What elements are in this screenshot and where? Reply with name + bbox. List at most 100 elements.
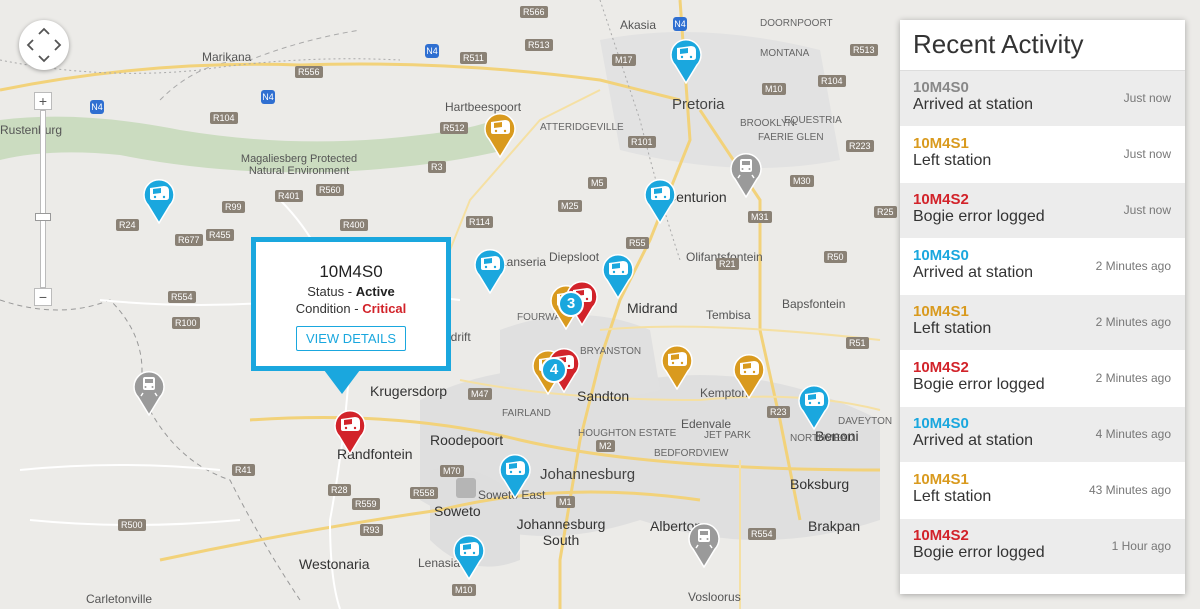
train-station-icon — [730, 153, 762, 198]
road-badge: M30 — [790, 175, 814, 187]
road-badge: R559 — [352, 498, 380, 510]
road-badge: R554 — [168, 291, 196, 303]
activity-item[interactable]: 10M4S2 Bogie error logged Just now — [900, 183, 1185, 239]
popup-status-label: Status - — [307, 284, 356, 299]
zoom-slider-rail[interactable] — [35, 110, 51, 288]
road-badge: R21 — [716, 258, 739, 270]
road-badge: R93 — [360, 524, 383, 536]
vehicle-pin-blue[interactable] — [497, 451, 533, 499]
activity-item[interactable]: 10M4S1 Left station 43 Minutes ago — [900, 463, 1185, 519]
vehicle-pin-blue[interactable] — [668, 36, 704, 84]
train-icon — [602, 254, 634, 299]
vehicle-pin-amber[interactable] — [482, 110, 518, 158]
train-icon — [733, 354, 765, 399]
vehicle-pin-red[interactable] — [332, 407, 368, 455]
activity-time: Just now — [1123, 203, 1171, 217]
station-icon — [456, 478, 476, 498]
vehicle-pin-blue[interactable] — [600, 251, 636, 299]
map-label-marikana: Marikana — [202, 50, 252, 64]
zoom-slider-thumb[interactable] — [35, 213, 51, 221]
map-label-westonaria: Westonaria — [299, 556, 370, 572]
vehicle-pin-blue[interactable] — [472, 246, 508, 294]
map-label-daveyton: DAVEYTON — [838, 416, 893, 427]
road-badge: R512 — [440, 122, 468, 134]
map-label-soweto: Soweto — [434, 503, 481, 519]
train-icon — [143, 179, 175, 224]
road-badge: R28 — [328, 484, 351, 496]
train-icon — [661, 345, 693, 390]
vehicle-pin-blue[interactable] — [451, 532, 487, 580]
map-label-montana: MONTANA — [760, 48, 810, 59]
map-label-equestria: EQUESTRIA — [784, 115, 842, 126]
map-label-midrand: Midrand — [627, 300, 678, 316]
road-badge: R513 — [850, 44, 878, 56]
popup-status-value: Active — [355, 284, 395, 299]
cluster-marker[interactable]: 4 — [541, 357, 567, 383]
activity-time: 2 Minutes ago — [1095, 259, 1171, 273]
map-label-houghton: HOUGHTON ESTATE — [578, 428, 677, 439]
activity-item[interactable]: 10M4S2 Bogie error logged 2 Minutes ago — [900, 351, 1185, 407]
map-label-johannesburg: Johannesburg — [540, 466, 636, 483]
road-badge: R566 — [520, 6, 548, 18]
train-icon — [453, 535, 485, 580]
vehicle-pin-amber[interactable] — [659, 342, 695, 390]
popup-condition: Condition - Critical — [256, 301, 446, 316]
road-badge: M1 — [556, 496, 575, 508]
road-badge: R401 — [275, 190, 303, 202]
map-label-roodepoort: Roodepoort — [430, 432, 504, 448]
vehicle-info-popup: 10M4S0 Status - Active Condition - Criti… — [251, 237, 451, 371]
road-badge: R101 — [628, 136, 656, 148]
map-label-boksburg: Boksburg — [790, 476, 850, 492]
station-pin[interactable] — [686, 520, 722, 568]
road-badge: M31 — [748, 211, 772, 223]
road-badge: R51 — [846, 337, 869, 349]
activity-time: Just now — [1123, 91, 1171, 105]
station-pin[interactable] — [728, 150, 764, 198]
vehicle-pin-blue[interactable] — [642, 176, 678, 224]
pan-control[interactable] — [19, 20, 69, 70]
train-icon — [484, 113, 516, 158]
activity-item[interactable]: 10M4S0 Arrived at station 4 Minutes ago — [900, 407, 1185, 463]
cluster-marker[interactable]: 3 — [558, 291, 584, 317]
map-label-krugersdorp: Krugersdorp — [370, 383, 448, 399]
vehicle-pin-blue[interactable] — [796, 382, 832, 430]
map-label-vosloorus: Vosloorus — [688, 590, 741, 604]
map-label-magaliesberg: Magaliesberg Protected Natural Environme… — [240, 153, 358, 177]
road-badge: M2 — [596, 440, 615, 452]
map-label-diepsloot: Diepsloot — [549, 250, 600, 264]
road-badge: R99 — [222, 201, 245, 213]
road-badge: R24 — [116, 219, 139, 231]
map-label-jet-park: JET PARK — [704, 430, 751, 441]
vehicle-pin-amber[interactable] — [731, 351, 767, 399]
map-label-sandton: Sandton — [577, 388, 630, 404]
popup-condition-value: Critical — [362, 301, 407, 316]
highway-shield: N4 — [425, 44, 439, 58]
activity-item[interactable]: 10M4S1 Left station 2 Minutes ago — [900, 295, 1185, 351]
recent-activity-panel: Recent Activity 10M4S0 Arrived at station… — [900, 20, 1185, 594]
map-label-faerie-glen: FAERIE GLEN — [758, 132, 824, 143]
map-label-tembisa: Tembisa — [706, 308, 751, 322]
road-badge: R50 — [824, 251, 847, 263]
zoom-in-button[interactable]: + — [34, 92, 52, 110]
road-badge: R25 — [874, 206, 897, 218]
map-label-bapsfontein: Bapsfontein — [782, 297, 846, 311]
view-details-button[interactable]: VIEW DETAILS — [295, 326, 407, 351]
activity-item[interactable]: 10M4S1 Left station Just now — [900, 127, 1185, 183]
road-badge: M10 — [762, 83, 786, 95]
road-badge: R556 — [295, 66, 323, 78]
road-badge: R104 — [818, 75, 846, 87]
activity-item[interactable]: 10M4S0 Arrived at station Just now — [900, 71, 1185, 127]
popup-status: Status - Active — [256, 284, 446, 299]
zoom-out-button[interactable]: − — [34, 288, 52, 306]
map-label-edenvale: Edenvale — [681, 417, 732, 431]
activity-item[interactable]: 10M4S0 Arrived at station 2 Minutes ago — [900, 239, 1185, 295]
activity-item[interactable]: 10M4S2 Bogie error logged 1 Hour ago — [900, 519, 1185, 575]
station-pin[interactable] — [131, 368, 167, 416]
road-badge: R500 — [118, 519, 146, 531]
road-badge: M5 — [588, 177, 607, 189]
map-label-doornpoort: DOORNPOORT — [760, 18, 833, 29]
road-badge: R554 — [748, 528, 776, 540]
road-badge: M10 — [452, 584, 476, 596]
vehicle-pin-blue[interactable] — [141, 176, 177, 224]
activity-time: 4 Minutes ago — [1095, 427, 1171, 441]
